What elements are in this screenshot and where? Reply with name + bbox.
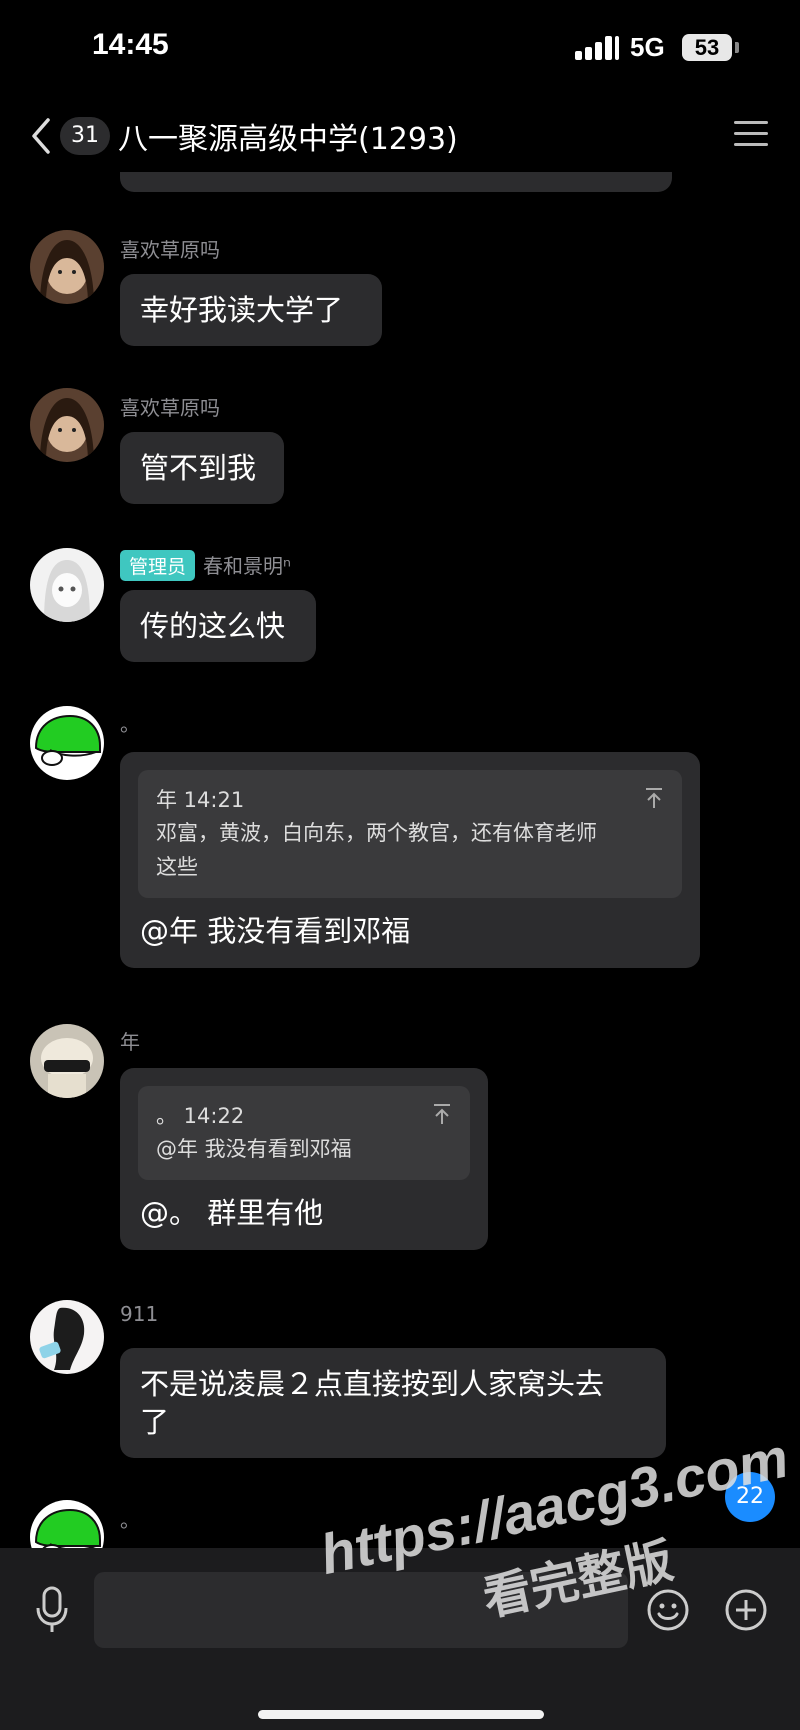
input-bar [0, 1548, 800, 1730]
back-icon[interactable] [26, 114, 56, 158]
network-label: 5G [630, 32, 665, 62]
avatar[interactable] [30, 548, 104, 622]
sender-name: 喜欢草原吗 [120, 238, 220, 262]
quote-text: 这些 [156, 855, 198, 879]
sender-name: 管理员 春和景明ⁿ [120, 550, 291, 581]
sender-label: 春和景明ⁿ [203, 554, 291, 578]
message-text-line: 了 [140, 1405, 170, 1439]
avatar[interactable] [30, 1300, 104, 1374]
avatar[interactable] [30, 1024, 104, 1098]
message-text: 幸好我读大学了 [140, 293, 344, 327]
quoted-message[interactable]: 年 14:21 邓富，黄波，白向东，两个教官，还有体育老师 这些 [138, 770, 682, 898]
emoji-icon[interactable] [646, 1588, 690, 1632]
microphone-icon[interactable] [34, 1586, 70, 1634]
message-bubble[interactable]: 不是说凌晨２点直接按到人家窝头去 了 [120, 1348, 666, 1458]
new-messages-badge[interactable]: 22 [725, 1472, 775, 1522]
group-title: 八一聚源高级中学(1293) [118, 122, 458, 157]
jump-to-original-icon[interactable] [432, 1102, 452, 1126]
admin-badge: 管理员 [120, 550, 196, 581]
message-bubble-partial [120, 172, 672, 192]
message-list[interactable]: 喜欢草原吗 幸好我读大学了 喜欢草原吗 管不到我 管理员 春和景明ⁿ 传的这么快 … [0, 172, 800, 1548]
avatar[interactable] [30, 388, 104, 462]
sender-name: 911 [120, 1302, 159, 1326]
sender-name: 。 [120, 712, 140, 736]
sender-name: 喜欢草原吗 [120, 396, 220, 420]
plus-icon[interactable] [724, 1588, 768, 1632]
message-bubble[interactable]: 管不到我 [120, 432, 284, 504]
avatar[interactable] [30, 706, 104, 780]
home-indicator[interactable] [258, 1710, 544, 1719]
message-text: @年 我没有看到邓福 [140, 914, 411, 948]
message-text-line: 不是说凌晨２点直接按到人家窝头去 [140, 1367, 605, 1401]
quoted-message[interactable]: 。 14:22 @年 我没有看到邓福 [138, 1086, 470, 1180]
quote-author-time: 。 14:22 [156, 1104, 245, 1128]
quote-author-time: 年 14:21 [156, 788, 245, 812]
message-text: 传的这么快 [140, 609, 286, 643]
message-bubble[interactable]: 传的这么快 [120, 590, 316, 662]
signal-icon [575, 36, 619, 60]
message-bubble[interactable]: 年 14:21 邓富，黄波，白向东，两个教官，还有体育老师 这些 @年 我没有看… [120, 752, 700, 968]
battery-tip [735, 42, 739, 53]
avatar[interactable] [30, 1500, 104, 1548]
menu-icon[interactable] [734, 118, 768, 148]
message-text: 管不到我 [140, 451, 257, 485]
status-time: 14:45 [92, 28, 169, 61]
quote-text: 邓富，黄波，白向东，两个教官，还有体育老师 [156, 821, 597, 845]
message-bubble[interactable]: 幸好我读大学了 [120, 274, 382, 346]
jump-to-original-icon[interactable] [644, 786, 664, 810]
message-input[interactable] [94, 1572, 628, 1648]
battery-icon: 53 [682, 34, 732, 61]
avatar[interactable] [30, 230, 104, 304]
unread-count-badge[interactable]: 31 [60, 117, 110, 155]
status-bar: 14:45 5G 53 [0, 0, 800, 100]
chat-header: 31 八一聚源高级中学(1293) [0, 100, 800, 172]
message-bubble[interactable]: 。 14:22 @年 我没有看到邓福 @。 群里有他 [120, 1068, 488, 1250]
message-text: @。 群里有他 [140, 1196, 324, 1230]
sender-name: 。 [120, 1508, 140, 1532]
sender-name: 年 [120, 1030, 140, 1054]
quote-text: @年 我没有看到邓福 [156, 1137, 352, 1161]
